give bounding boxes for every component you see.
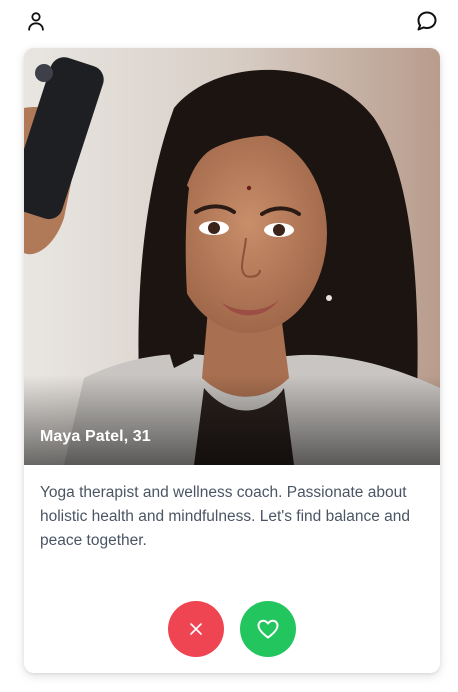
chat-bubble-icon[interactable] — [414, 8, 440, 34]
close-icon — [190, 623, 202, 635]
profile-photo: Maya Patel, 31 — [24, 48, 440, 465]
photo-gradient-overlay — [24, 375, 440, 465]
top-bar — [0, 0, 458, 44]
heart-icon — [257, 619, 279, 639]
profile-bio: Yoga therapist and wellness coach. Passi… — [40, 484, 411, 549]
user-icon[interactable] — [23, 8, 49, 34]
like-button[interactable] — [240, 601, 296, 657]
swipe-actions — [24, 601, 440, 657]
pass-button[interactable] — [168, 601, 224, 657]
profile-card[interactable]: Maya Patel, 31 Yoga therapist and wellne… — [24, 48, 440, 673]
profile-name-age: Maya Patel, 31 — [40, 428, 151, 445]
